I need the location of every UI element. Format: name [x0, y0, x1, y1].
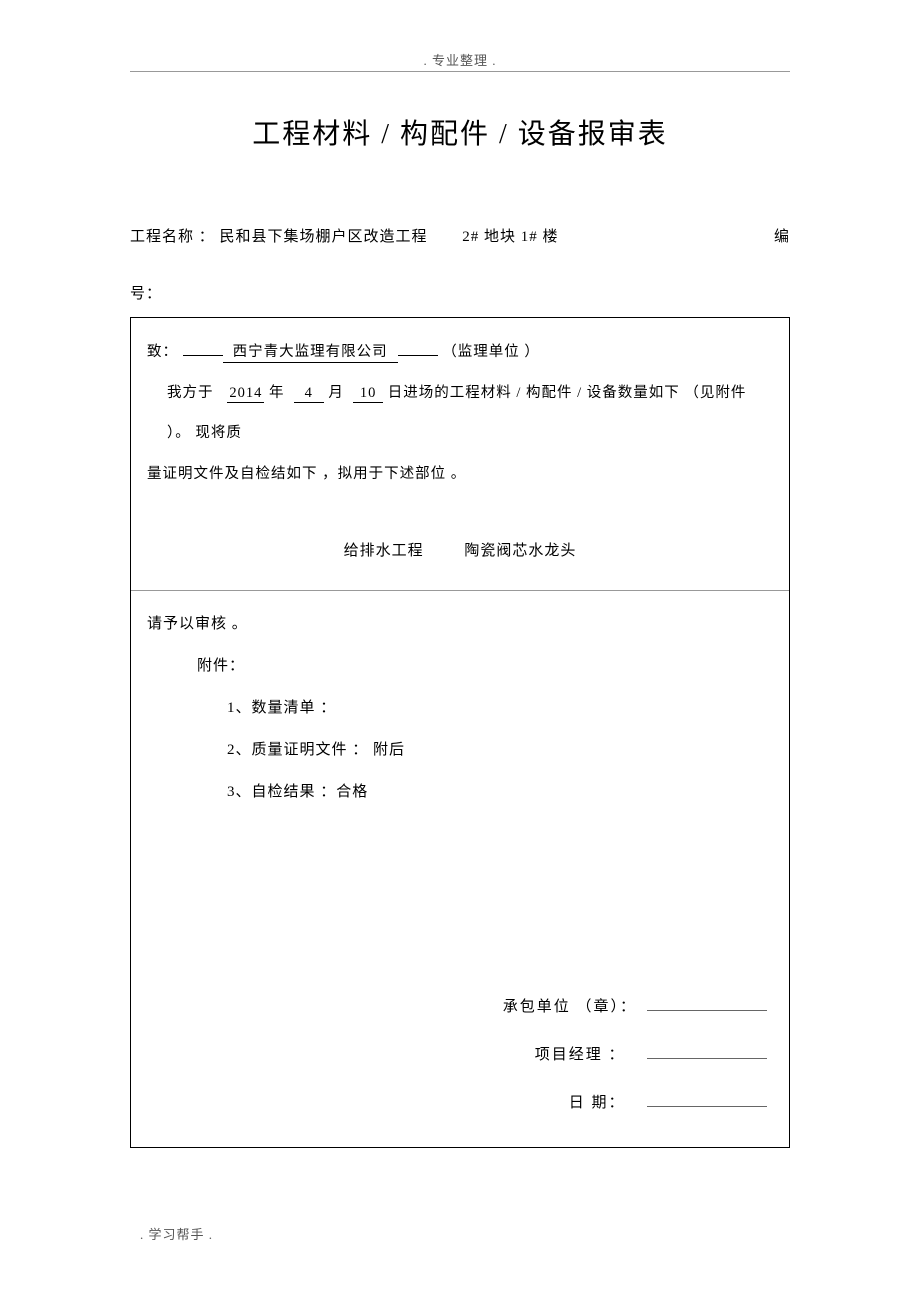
attachment-2: 2、质量证明文件 ： 附后 — [147, 729, 773, 771]
form-box: 致： 西宁青大监理有限公司 （监理单位 ） 我方于 2014 年 4 月 10 … — [130, 317, 790, 1148]
year-unit: 年 — [269, 385, 285, 401]
attachment-3: 3、自检结果 ：合格 — [147, 771, 773, 813]
month-value: 4 — [294, 384, 324, 404]
header-rule — [130, 71, 790, 72]
attach-label: 附件： — [147, 645, 773, 687]
sig-contractor-line — [647, 997, 767, 1011]
year-value: 2014 — [227, 384, 264, 404]
org-suffix: （监理单位 ） — [442, 344, 540, 360]
center-b: 陶瓷阀芯水龙头 — [464, 543, 576, 559]
project-meta-row: 工程名称 ： 民和县下集场棚户区改造工程 2# 地块 1# 楼 编 — [130, 222, 790, 252]
blank-underline-2 — [398, 355, 438, 356]
signature-block: 承包单位 （章）： 项目经理 ： 日 期： — [147, 983, 773, 1127]
center-a: 给排水工程 — [344, 530, 424, 572]
sig-date-label: 日 期： — [569, 1095, 626, 1111]
serial-row-2: 号： — [130, 282, 790, 303]
sig-manager-label: 项目经理 ： — [535, 1047, 626, 1063]
attachment-1: 1、数量清单 ： — [147, 687, 773, 729]
section-top: 致： 西宁青大监理有限公司 （监理单位 ） 我方于 2014 年 4 月 10 … — [131, 318, 789, 591]
date-line: 我方于 2014 年 4 月 10 日进场的工程材料 / 构配件 / 设备数量如… — [147, 373, 773, 454]
section-bottom: 请予以审核 。 附件： 1、数量清单 ： 2、质量证明文件 ： 附后 3、自检结… — [131, 591, 789, 1147]
month-unit: 月 — [328, 385, 344, 401]
to-line: 致： 西宁青大监理有限公司 （监理单位 ） — [147, 332, 773, 373]
sig-date-line — [647, 1093, 767, 1107]
to-label: 致： — [147, 344, 178, 360]
sig-manager: 项目经理 ： — [147, 1031, 767, 1079]
blank-underline — [183, 355, 223, 356]
day-value: 10 — [353, 384, 383, 404]
line2-a: 我方于 — [167, 385, 214, 401]
sig-contractor-label: 承包单位 （章）： — [503, 999, 637, 1015]
footer-tag: . 学习帮手 . — [140, 1224, 213, 1243]
review-line: 请予以审核 。 — [147, 603, 773, 645]
serial-label-part1: 编 — [774, 222, 790, 252]
center-content-line: 给排水工程 陶瓷阀芯水龙头 — [147, 530, 773, 572]
document-page: . 专业整理 . 工程材料 / 构配件 / 设备报审表 工程名称 ： 民和县下集… — [0, 0, 920, 1188]
line3: 量证明文件及自检结如下 ，拟用于下述部位 。 — [147, 454, 773, 495]
header-tag: . 专业整理 . — [130, 50, 790, 69]
sig-date: 日 期： — [147, 1079, 767, 1127]
project-value: 民和县下集场棚户区改造工程 — [220, 229, 428, 245]
page-title: 工程材料 / 构配件 / 设备报审表 — [130, 112, 790, 152]
project-label: 工程名称 ： — [130, 229, 215, 245]
sig-manager-line — [647, 1045, 767, 1059]
org-value: 西宁青大监理有限公司 — [223, 343, 398, 363]
plot-value: 2# 地块 1# 楼 — [462, 222, 558, 252]
sig-contractor: 承包单位 （章）： — [147, 983, 767, 1031]
serial-label-part2: 号： — [130, 286, 162, 302]
